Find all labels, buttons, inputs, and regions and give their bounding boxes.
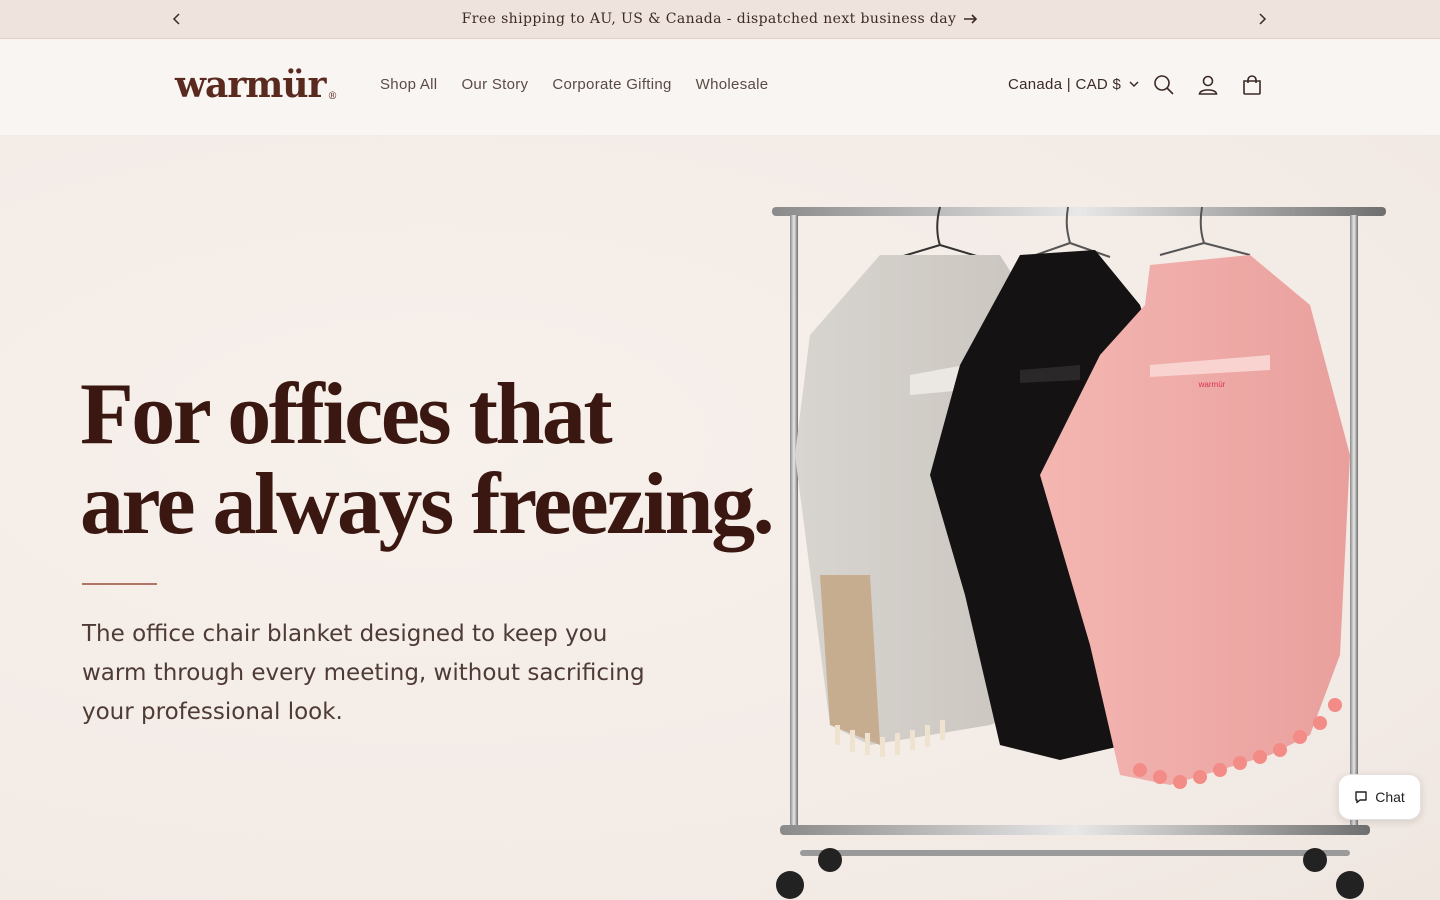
announcement-text: Free shipping to AU, US & Canada - dispa… [461, 11, 957, 27]
announcement-next-button[interactable] [1251, 8, 1273, 30]
announcement-link[interactable]: Free shipping to AU, US & Canada - dispa… [462, 11, 979, 27]
hero-headline-line-2: are always freezing. [80, 456, 775, 553]
account-button[interactable] [1195, 72, 1221, 98]
cart-icon [1243, 75, 1261, 95]
cart-button[interactable] [1239, 72, 1265, 98]
account-icon [1198, 75, 1218, 95]
chevron-left-icon [172, 13, 180, 25]
search-button[interactable] [1151, 72, 1177, 98]
announcement-bar: Free shipping to AU, US & Canada - dispa… [0, 0, 1440, 39]
chat-label: Chat [1375, 789, 1405, 805]
chat-button[interactable]: Chat [1338, 774, 1421, 820]
locale-selector[interactable]: Canada | CAD $ [1008, 76, 1139, 93]
hero-divider [82, 583, 157, 585]
chat-bubble-icon [1355, 791, 1367, 804]
locale-label: Canada | CAD $ [1008, 76, 1122, 93]
nav-wholesale[interactable]: Wholesale [684, 76, 781, 93]
hero-product-image: warmür [772, 206, 1386, 899]
hero-subtext: The office chair blanket designed to kee… [82, 621, 645, 725]
hero-headline: For offices that are always freezing. [80, 370, 780, 550]
nav-corporate-gifting[interactable]: Corporate Gifting [540, 76, 683, 93]
main-nav: Shop All Our Story Corporate Gifting Who… [368, 76, 780, 93]
logo[interactable]: warmür ® [175, 64, 338, 106]
logo-text: warmür [175, 64, 327, 106]
logo-registered-mark: ® [327, 91, 338, 102]
hero-banner: For offices that are always freezing. Th… [0, 135, 1440, 900]
chevron-right-icon [1259, 13, 1267, 25]
nav-shop-all[interactable]: Shop All [368, 76, 449, 93]
arrow-right-icon [964, 14, 978, 24]
hero-headline-line-1: For offices that [80, 366, 613, 463]
search-icon [1154, 75, 1174, 95]
chevron-down-icon [1129, 81, 1139, 88]
svg-text:warmür: warmür [1198, 380, 1226, 389]
site-header: warmür ® Shop All Our Story Corporate Gif… [0, 39, 1440, 135]
nav-our-story[interactable]: Our Story [449, 76, 540, 93]
announcement-prev-button[interactable] [166, 8, 188, 30]
